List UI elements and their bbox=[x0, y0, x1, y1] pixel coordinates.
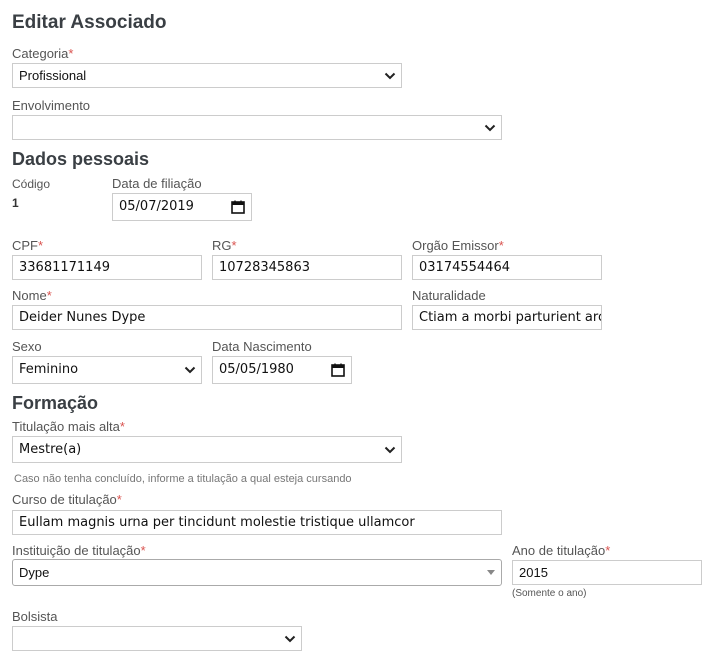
required-marker: * bbox=[498, 238, 504, 253]
instituicao-combobox[interactable]: Dype bbox=[12, 559, 502, 586]
curso-label: Curso de titulação* bbox=[12, 492, 122, 507]
ano-label-text: Ano de titulação bbox=[512, 543, 606, 558]
bolsista-label: Bolsista bbox=[12, 609, 58, 624]
rg-label: RG* bbox=[212, 238, 237, 253]
chevron-down-icon bbox=[384, 72, 396, 80]
titulacao-value: Mestre(a) bbox=[19, 442, 82, 457]
data-nascimento-input[interactable]: 05/05/1980 bbox=[212, 356, 352, 384]
required-marker: * bbox=[605, 543, 611, 558]
categoria-select[interactable]: Profissional bbox=[12, 63, 402, 88]
orgao-emissor-label: Orgão Emissor* bbox=[412, 238, 504, 253]
titulacao-select[interactable]: Mestre(a) bbox=[12, 436, 402, 463]
sexo-label: Sexo bbox=[12, 339, 42, 354]
curso-input[interactable]: Eullam magnis urna per tincidunt molesti… bbox=[12, 510, 502, 535]
instituicao-label: Instituição de titulação* bbox=[12, 543, 146, 558]
sexo-select[interactable]: Feminino bbox=[12, 356, 202, 384]
caret-down-icon bbox=[487, 570, 495, 575]
data-nascimento-value: 05/05/1980 bbox=[219, 362, 294, 377]
orgao-emissor-value: 03174554464 bbox=[419, 260, 510, 275]
instituicao-value: Dype bbox=[19, 565, 50, 580]
ano-label: Ano de titulação* bbox=[512, 543, 610, 558]
required-marker: * bbox=[140, 543, 146, 558]
orgao-emissor-input[interactable]: 03174554464 bbox=[412, 255, 602, 280]
titulacao-label-text: Titulação mais alta bbox=[12, 419, 120, 434]
nome-label: Nome* bbox=[12, 288, 52, 303]
cpf-label-text: CPF bbox=[12, 238, 38, 253]
data-filiacao-value: 05/07/2019 bbox=[119, 199, 194, 214]
cpf-value: 33681171149 bbox=[19, 260, 110, 275]
naturalidade-value: Ctiam a morbi parturient arcu bbox=[419, 310, 602, 325]
ano-input[interactable]: 2015 bbox=[512, 560, 702, 585]
titulacao-label: Titulação mais alta* bbox=[12, 419, 125, 434]
orgao-emissor-label-text: Orgão Emissor bbox=[412, 238, 499, 253]
codigo-value: 1 bbox=[12, 196, 19, 210]
required-marker: * bbox=[116, 492, 122, 507]
chevron-down-icon bbox=[484, 124, 496, 132]
rg-label-text: RG bbox=[212, 238, 232, 253]
categoria-label: Categoria* bbox=[12, 46, 73, 61]
naturalidade-input[interactable]: Ctiam a morbi parturient arcu bbox=[412, 305, 602, 330]
codigo-label: Código bbox=[12, 177, 51, 191]
chevron-down-icon bbox=[384, 446, 396, 454]
section-title-formacao: Formação bbox=[12, 393, 99, 413]
calendar-icon[interactable] bbox=[231, 200, 245, 214]
nome-input[interactable]: Deider Nunes Dype bbox=[12, 305, 402, 330]
rg-input[interactable]: 10728345863 bbox=[212, 255, 402, 280]
instituicao-label-text: Instituição de titulação bbox=[12, 543, 141, 558]
sexo-value: Feminino bbox=[19, 362, 79, 377]
nome-value: Deider Nunes Dype bbox=[19, 310, 146, 325]
curso-value: Eullam magnis urna per tincidunt molesti… bbox=[19, 515, 415, 530]
required-marker: * bbox=[231, 238, 237, 253]
required-marker: * bbox=[38, 238, 44, 253]
categoria-value: Profissional bbox=[19, 68, 87, 83]
cpf-label: CPF* bbox=[12, 238, 43, 253]
nome-label-text: Nome bbox=[12, 288, 47, 303]
data-nascimento-label: Data Nascimento bbox=[212, 339, 312, 354]
cpf-input[interactable]: 33681171149 bbox=[12, 255, 202, 280]
data-filiacao-input[interactable]: 05/07/2019 bbox=[112, 193, 252, 221]
data-filiacao-label: Data de filiação bbox=[112, 176, 202, 191]
ano-hint: (Somente o ano) bbox=[512, 588, 587, 599]
bolsista-select[interactable] bbox=[12, 626, 302, 651]
required-marker: * bbox=[46, 288, 52, 303]
section-title-dados-pessoais: Dados pessoais bbox=[12, 149, 150, 169]
rg-value: 10728345863 bbox=[219, 260, 310, 275]
categoria-label-text: Categoria bbox=[12, 46, 69, 61]
chevron-down-icon bbox=[184, 366, 196, 374]
naturalidade-label: Naturalidade bbox=[412, 288, 486, 303]
calendar-icon[interactable] bbox=[331, 363, 345, 377]
envolvimento-select[interactable] bbox=[12, 115, 502, 140]
required-marker: * bbox=[68, 46, 74, 61]
curso-label-text: Curso de titulação bbox=[12, 492, 117, 507]
required-marker: * bbox=[119, 419, 125, 434]
titulacao-hint: Caso não tenha concluído, informe a titu… bbox=[14, 473, 352, 485]
envolvimento-label: Envolvimento bbox=[12, 98, 91, 113]
page-title: Editar Associado bbox=[12, 12, 167, 33]
ano-value: 2015 bbox=[519, 565, 548, 580]
chevron-down-icon bbox=[284, 635, 296, 643]
